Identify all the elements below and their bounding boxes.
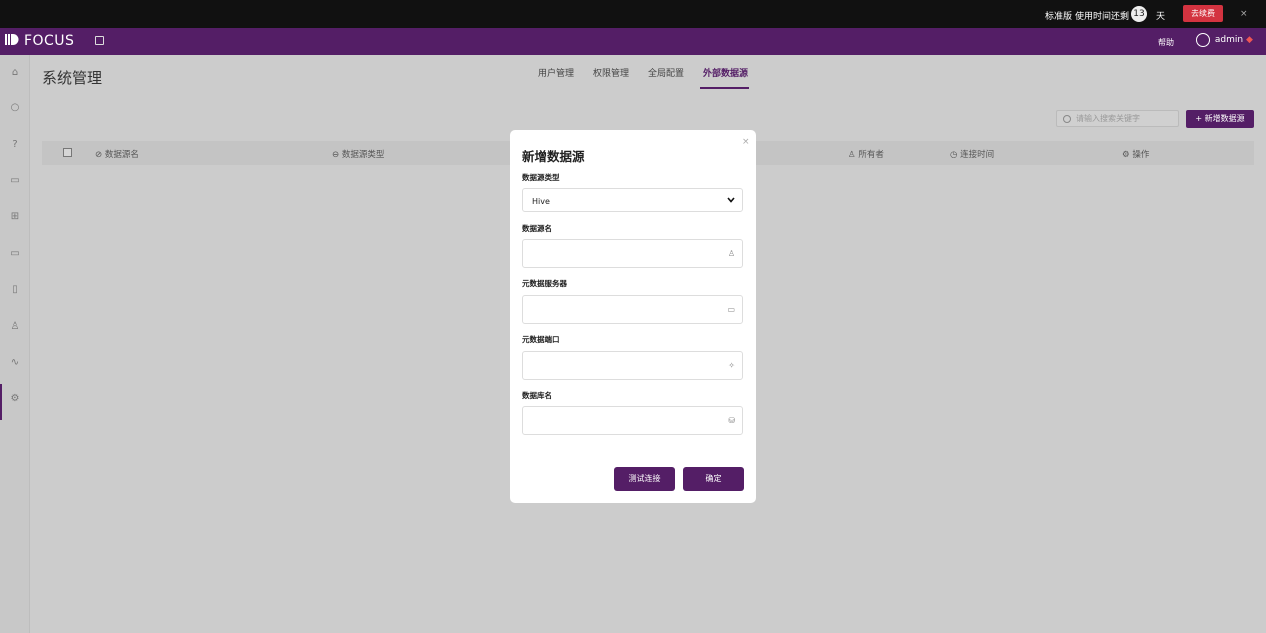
logo[interactable]: FOCUS	[5, 33, 74, 49]
confirm-button[interactable]: 确定	[683, 467, 744, 491]
test-connection-button[interactable]: 测试连接	[614, 467, 675, 491]
home-icon[interactable]: ⌂	[9, 67, 21, 79]
top-bar: 标准版 使用时间还剩 13 天 去续费 ×	[0, 0, 1266, 28]
active-tab-underline	[700, 87, 749, 89]
tab-users[interactable]: 用户管理	[538, 66, 574, 79]
datasource-type-select[interactable]: Hive	[522, 188, 743, 212]
database-name-input[interactable]: ⛁	[522, 406, 743, 435]
column-header-type[interactable]: ⊖ 数据源类型	[332, 148, 384, 160]
column-header-owner[interactable]: ♙ 所有者	[848, 148, 884, 160]
metastore-port-input[interactable]: ✧	[522, 351, 743, 380]
logo-icon	[5, 34, 19, 45]
dialog-title: 新增数据源	[522, 149, 585, 164]
user-menu[interactable]: admin ◆	[1196, 33, 1253, 49]
field-label-type: 数据源类型	[522, 173, 560, 182]
port-icon: ✧	[728, 361, 735, 370]
user-icon: ♙	[727, 249, 735, 258]
field-label-metastore-port: 元数据端口	[522, 335, 560, 344]
diamond-icon: ◆	[1245, 35, 1253, 45]
select-all-checkbox[interactable]	[63, 148, 72, 157]
help-link[interactable]: 帮助	[1158, 37, 1174, 48]
close-icon[interactable]: ×	[1240, 9, 1248, 19]
pulse-icon[interactable]: ∿	[9, 357, 21, 369]
user-icon[interactable]: ♙	[9, 321, 21, 333]
page-title: 系统管理	[42, 69, 103, 87]
datasource-name-input[interactable]: ♙	[522, 239, 743, 268]
sidebar-active-indicator	[0, 384, 2, 420]
table-icon[interactable]: ⊞	[9, 211, 21, 223]
presentation-icon[interactable]: ▭	[9, 175, 21, 187]
collapse-icon[interactable]	[95, 36, 104, 45]
select-value: Hive	[532, 197, 550, 206]
search-icon[interactable]: ○	[9, 102, 21, 114]
renew-button[interactable]: 去续费	[1183, 5, 1223, 22]
dialog-close-icon[interactable]: ×	[742, 137, 750, 147]
days-badge: 13	[1131, 6, 1147, 22]
sidebar: ⌂ ○ ? ▭ ⊞ ▭ ▯ ♙ ∿ ⚙	[0, 55, 30, 633]
column-header-connect-time[interactable]: ◷ 连接时间	[950, 148, 994, 160]
search-icon	[1063, 115, 1071, 123]
edition-label: 标准版	[1045, 12, 1073, 22]
tab-external-datasource[interactable]: 外部数据源	[703, 66, 748, 79]
search-placeholder: 请输入搜索关键字	[1076, 114, 1140, 123]
avatar-icon	[1196, 33, 1210, 47]
column-header-name[interactable]: ⊘ 数据源名	[95, 148, 139, 160]
add-datasource-dialog: 新增数据源 × 数据源类型 Hive 数据源名 ♙ 元数据服务器 ▭ 元数据端口…	[510, 130, 756, 503]
help-icon[interactable]: ?	[9, 139, 21, 151]
column-header-actions: ⚙ 操作	[1122, 150, 1150, 160]
settings-icon[interactable]: ⚙	[9, 393, 21, 405]
field-label-metastore-server: 元数据服务器	[522, 279, 567, 288]
monitor-icon: ▭	[727, 305, 735, 314]
day-unit: 天	[1156, 12, 1166, 22]
tab-permissions[interactable]: 权限管理	[593, 66, 629, 79]
search-input[interactable]: 请输入搜索关键字	[1056, 110, 1179, 127]
add-datasource-button[interactable]: + 新增数据源	[1186, 110, 1254, 128]
logo-text: FOCUS	[23, 33, 75, 49]
database-icon: ⛁	[728, 416, 735, 425]
field-label-database: 数据库名	[522, 391, 552, 400]
clipboard-icon[interactable]: ▯	[9, 284, 21, 296]
tab-global-config[interactable]: 全局配置	[648, 66, 684, 79]
username: admin	[1214, 35, 1244, 45]
folder-icon[interactable]: ▭	[9, 248, 21, 260]
field-label-name: 数据源名	[522, 224, 552, 233]
metastore-server-input[interactable]: ▭	[522, 295, 743, 324]
chevron-down-icon	[727, 197, 735, 203]
nav-bar: FOCUS 帮助 admin ◆	[0, 28, 1266, 55]
remaining-label: 使用时间还剩	[1075, 12, 1130, 22]
